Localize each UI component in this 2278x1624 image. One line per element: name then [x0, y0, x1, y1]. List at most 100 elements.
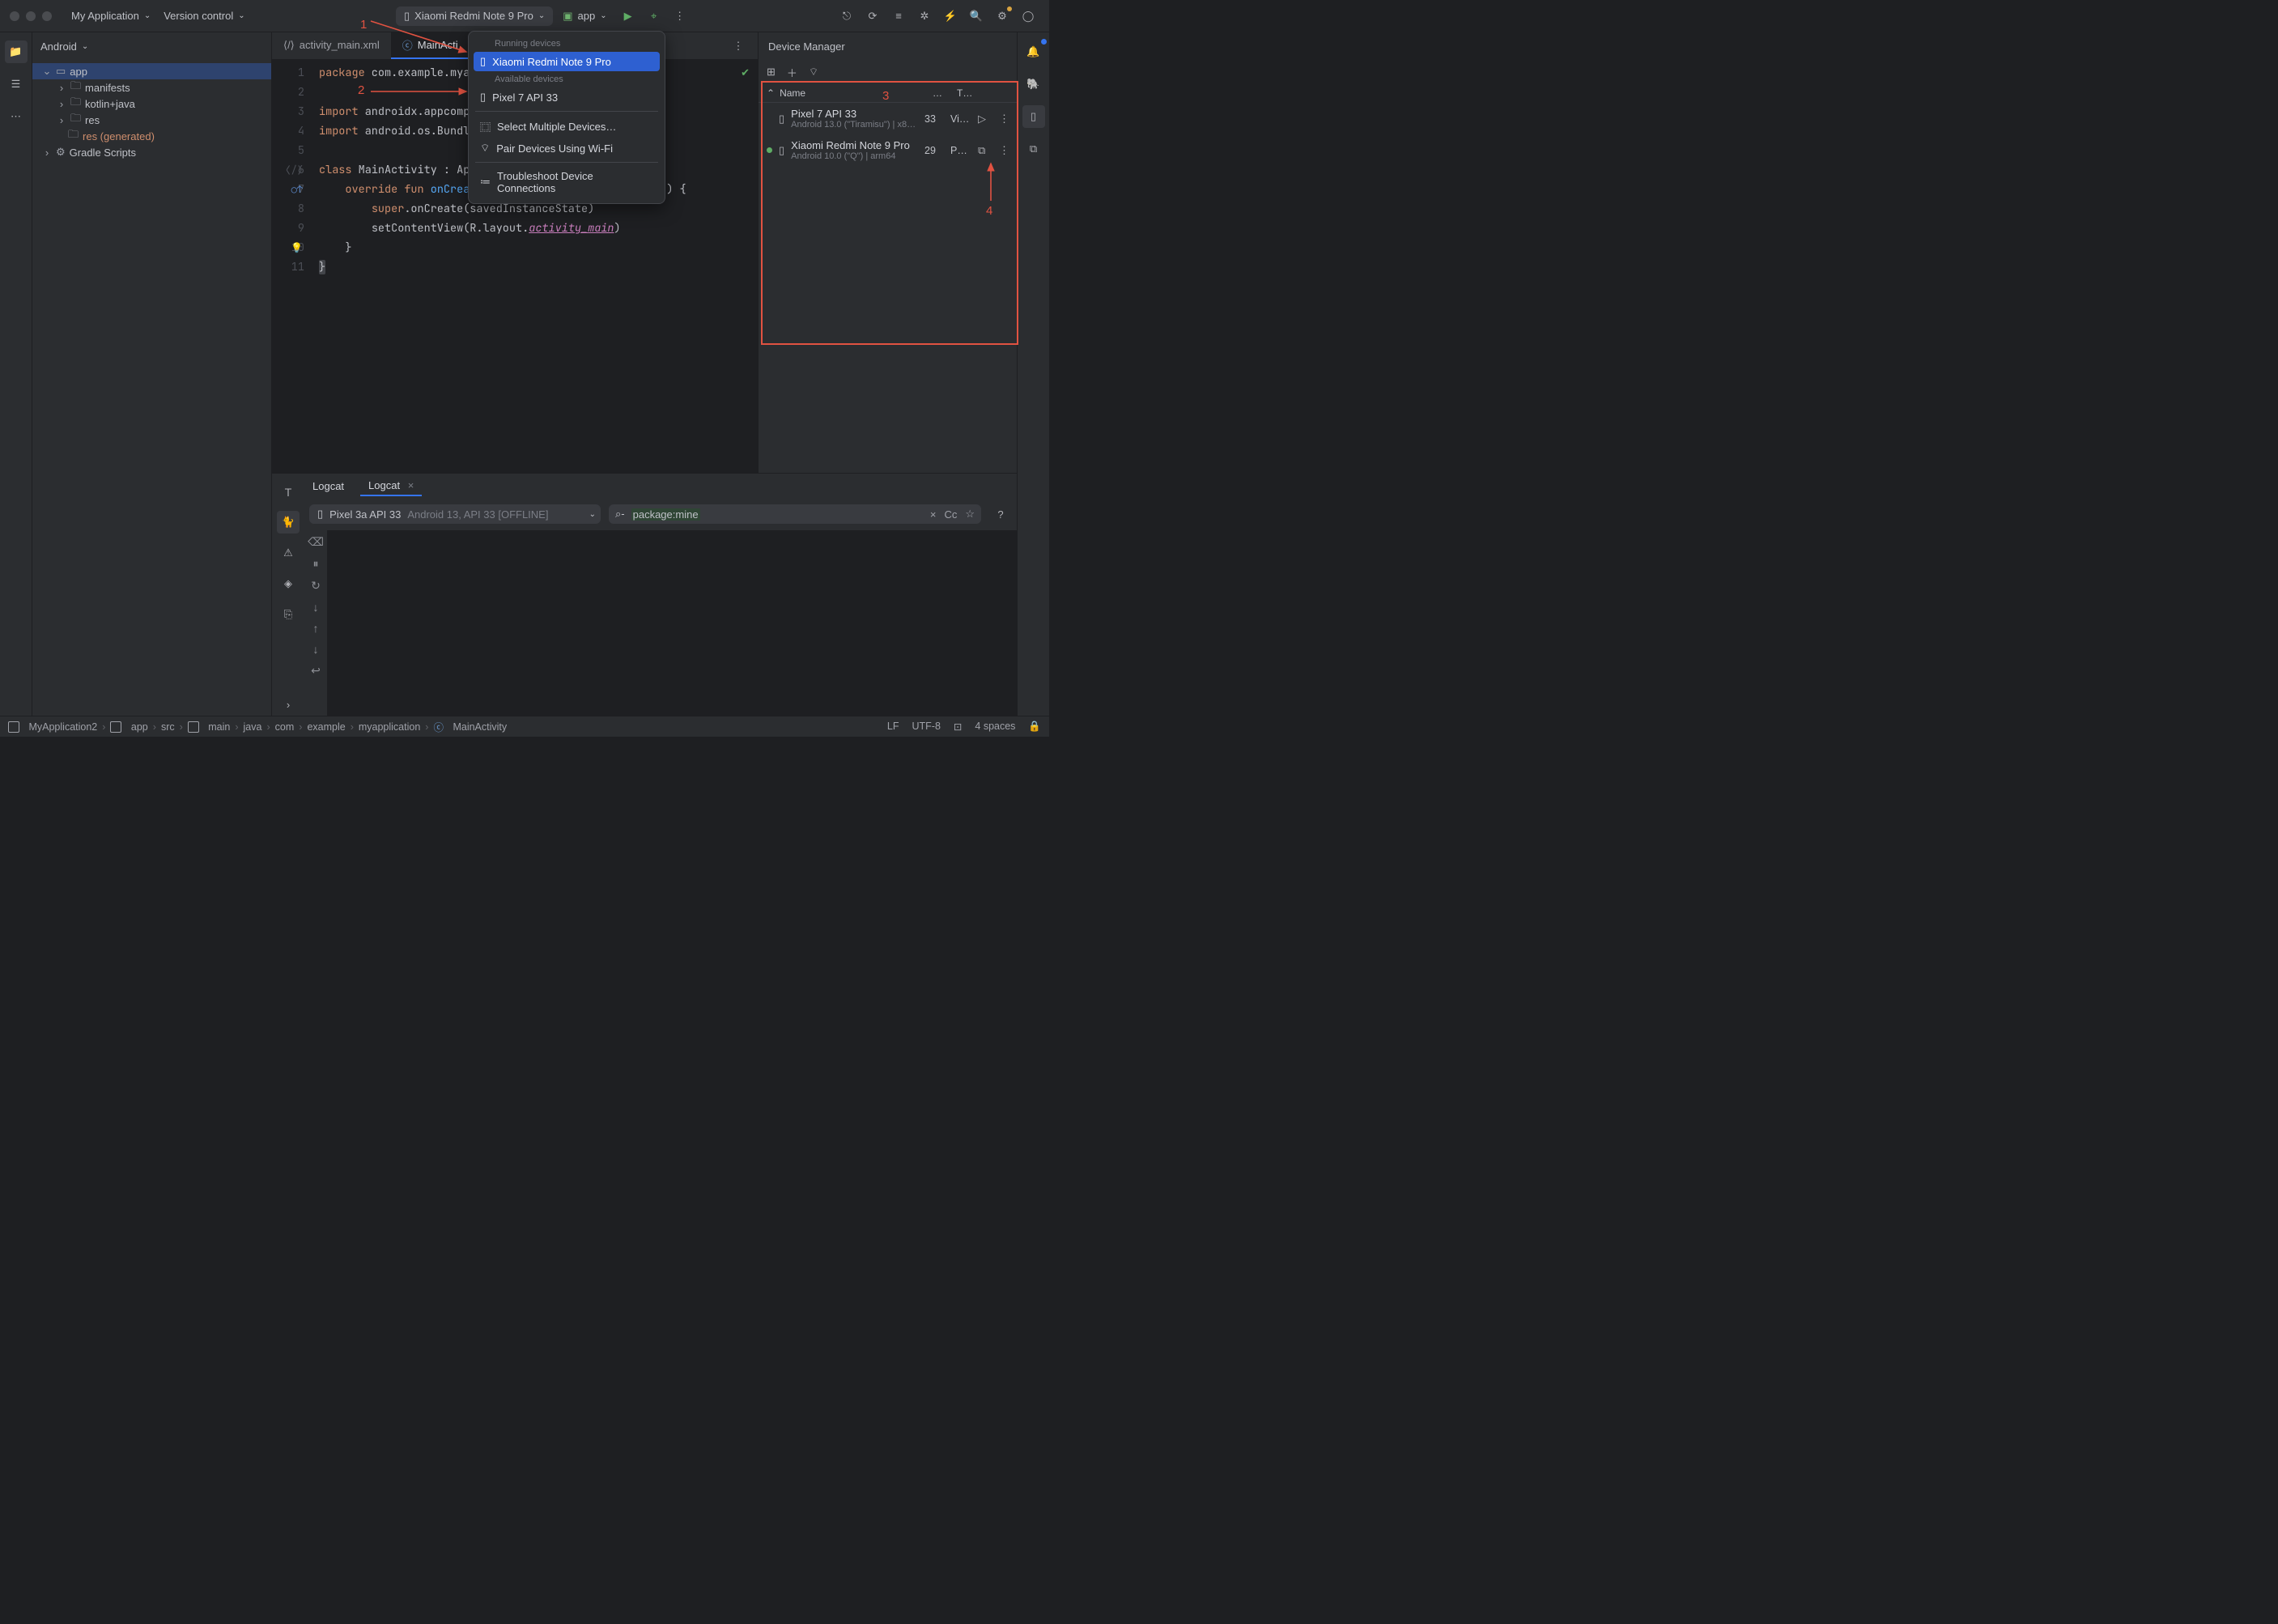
tree-item-manifests[interactable]: › 🗀 manifests — [32, 79, 271, 96]
settings-icon[interactable]: ⚙ — [991, 5, 1014, 28]
project-panel-label: Android — [40, 40, 77, 53]
crumb-app[interactable]: app — [110, 721, 147, 733]
sync-icon[interactable]: ⟳ — [861, 5, 884, 28]
logcat-filter-input[interactable]: ⌕- package:mine × Cc ☆ — [609, 504, 981, 524]
tree-item-gradle[interactable]: › ⚙ Gradle Scripts — [32, 144, 271, 160]
more-tool-button[interactable]: ⋯ — [5, 105, 28, 128]
next-icon[interactable]: ↓ — [313, 643, 319, 656]
logcat-tool-button[interactable]: 🐈 — [277, 511, 300, 534]
line-number: 2 — [275, 83, 304, 102]
gradle-button[interactable]: 🐘 — [1022, 73, 1045, 96]
status-lf[interactable]: LF — [887, 721, 899, 733]
code-with-me-icon[interactable]: ⎋ — [835, 5, 858, 28]
expand-arrow-icon: › — [57, 114, 66, 126]
profiler-icon[interactable]: ⚡ — [939, 5, 962, 28]
expand-arrow-icon: › — [57, 82, 66, 94]
crumb-main[interactable]: main — [188, 721, 231, 733]
prev-icon[interactable]: ↑ — [313, 622, 319, 635]
device-row-pixel7[interactable]: ▯ Pixel 7 API 33 Android 13.0 ("Tiramisu… — [759, 103, 1017, 134]
build-icon[interactable]: ≡ — [887, 5, 910, 28]
problems-tool-button[interactable]: ⚠ — [277, 542, 300, 564]
breadcrumb-sep-icon: › — [299, 721, 302, 733]
clear-log-icon[interactable]: ⌫ — [308, 535, 324, 549]
chevron-down-icon: ⌄ — [589, 510, 596, 519]
tree-item-res[interactable]: › 🗀 res — [32, 112, 271, 128]
crumb-mainactivity[interactable]: ⓒ MainActivity — [433, 719, 507, 734]
favorite-filter-icon[interactable]: ☆ — [965, 508, 975, 521]
terminal-tool-button[interactable]: Ｔ — [277, 480, 300, 503]
crumb-com[interactable]: com — [275, 721, 295, 733]
line-number: 9 — [275, 219, 304, 238]
soft-wrap-icon[interactable]: ↩ — [311, 664, 321, 678]
pause-log-icon[interactable]: ⏸ — [313, 557, 319, 571]
close-dot[interactable] — [10, 11, 19, 21]
tree-item-app[interactable]: ⌄ ▭ app — [32, 63, 271, 79]
logcat-sub-tab[interactable]: Logcat × — [360, 476, 422, 496]
crumb-java[interactable]: java — [244, 721, 262, 733]
device-row-xiaomi[interactable]: ▯ Xiaomi Redmi Note 9 Pro Android 10.0 (… — [759, 134, 1017, 166]
project-panel-header[interactable]: Android ⌄ — [32, 32, 271, 60]
crumb-src[interactable]: src — [161, 721, 175, 733]
popup-item-xiaomi[interactable]: ▯ Xiaomi Redmi Note 9 Pro — [474, 52, 660, 71]
vcs-menu[interactable]: Version control ⌄ — [157, 6, 251, 25]
popup-item-wifi-pair[interactable]: ⌔ Pair Devices Using Wi-Fi — [474, 138, 660, 158]
crumb-example[interactable]: example — [307, 721, 345, 733]
clear-filter-icon[interactable]: × — [930, 508, 937, 521]
device-manager-button[interactable]: ▯ — [1022, 105, 1045, 128]
tree-item-kotlin-java[interactable]: › 🗀 kotlin+java — [32, 96, 271, 112]
notifications-button[interactable]: 🔔 — [1022, 40, 1045, 63]
status-encoding[interactable]: UTF-8 — [912, 721, 940, 733]
col-api-header[interactable]: … — [933, 87, 957, 99]
running-devices-button[interactable]: ⧉ — [1022, 138, 1045, 160]
scroll-to-end-icon[interactable]: ↓ — [313, 601, 319, 614]
tree-item-res-gen[interactable]: 🗀 res (generated) — [32, 128, 271, 144]
col-name-header[interactable]: ⌃ Name — [767, 87, 933, 99]
maximize-dot[interactable] — [42, 11, 52, 21]
wifi-icon[interactable]: ⌔ — [809, 66, 818, 79]
account-icon[interactable]: ◯ — [1017, 5, 1039, 28]
status-indent[interactable]: 4 spaces — [975, 721, 1015, 733]
device-row-menu[interactable]: ⋮ — [999, 113, 1009, 125]
logcat-help-icon[interactable]: ? — [989, 503, 1012, 525]
code-token: } — [345, 240, 351, 255]
popup-item-pixel7[interactable]: ▯ Pixel 7 API 33 — [474, 87, 660, 107]
search-icon[interactable]: 🔍 — [965, 5, 988, 28]
profiler-tool-button[interactable]: ◈ — [277, 572, 300, 595]
popup-item-troubleshoot[interactable]: ≔ Troubleshoot Device Connections — [474, 167, 660, 198]
device-mirror-button[interactable]: ⧉ — [978, 144, 992, 157]
popup-item-multi[interactable]: ⿴ Select Multiple Devices… — [474, 116, 660, 138]
tab-main-activity[interactable]: ⓒ MainActi — [391, 32, 470, 59]
structure-tool-button[interactable]: ☰ — [5, 73, 28, 96]
more-actions-button[interactable]: ⋮ — [669, 5, 691, 28]
restart-log-icon[interactable]: ↻ — [311, 579, 321, 593]
grid-icon[interactable]: ⊞ — [767, 66, 776, 79]
device-name: Xiaomi Redmi Note 9 Pro — [791, 139, 918, 151]
debug-button[interactable]: ⌖ — [643, 5, 665, 28]
tab-activity-main-xml[interactable]: ⟨/⟩ activity_main.xml — [272, 32, 391, 59]
debug-icon[interactable]: ✲ — [913, 5, 936, 28]
crumb-myapplication[interactable]: myapplication — [359, 721, 420, 733]
code-token: import — [319, 104, 359, 119]
device-run-button[interactable]: ▷ — [978, 113, 992, 125]
titlebar: My Application ⌄ Version control ⌄ ▯ Xia… — [0, 0, 1049, 32]
status-readonly-icon[interactable]: ⊡ — [954, 721, 962, 733]
col-type-header[interactable]: T… — [957, 87, 981, 99]
editor-tab-menu[interactable]: ⋮ — [727, 35, 750, 57]
device-selector[interactable]: ▯ Xiaomi Redmi Note 9 Pro ⌄ — [396, 6, 553, 26]
status-lock-icon[interactable]: 🔒 — [1028, 721, 1041, 733]
device-row-menu[interactable]: ⋮ — [999, 144, 1009, 157]
logcat-device-selector[interactable]: ▯ Pixel 3a API 33 Android 13, API 33 [OF… — [309, 504, 601, 524]
tab-label: MainActi — [418, 39, 458, 51]
app-menu[interactable]: My Application ⌄ — [65, 6, 157, 25]
logcat-output[interactable] — [327, 530, 1017, 716]
run-button[interactable]: ▶ — [617, 5, 640, 28]
match-case-toggle[interactable]: Cc — [944, 508, 957, 521]
close-icon[interactable]: × — [408, 479, 414, 491]
more-bottom-tools[interactable]: › — [277, 693, 300, 716]
shell-tool-button[interactable]: ⎘ — [277, 603, 300, 626]
crumb-project[interactable]: MyApplication2 — [8, 721, 97, 733]
minimize-dot[interactable] — [26, 11, 36, 21]
project-tool-button[interactable]: 📁 — [5, 40, 28, 63]
add-device-icon[interactable]: ＋ — [787, 65, 797, 80]
run-config-selector[interactable]: ▣ app ⌄ — [556, 6, 613, 26]
